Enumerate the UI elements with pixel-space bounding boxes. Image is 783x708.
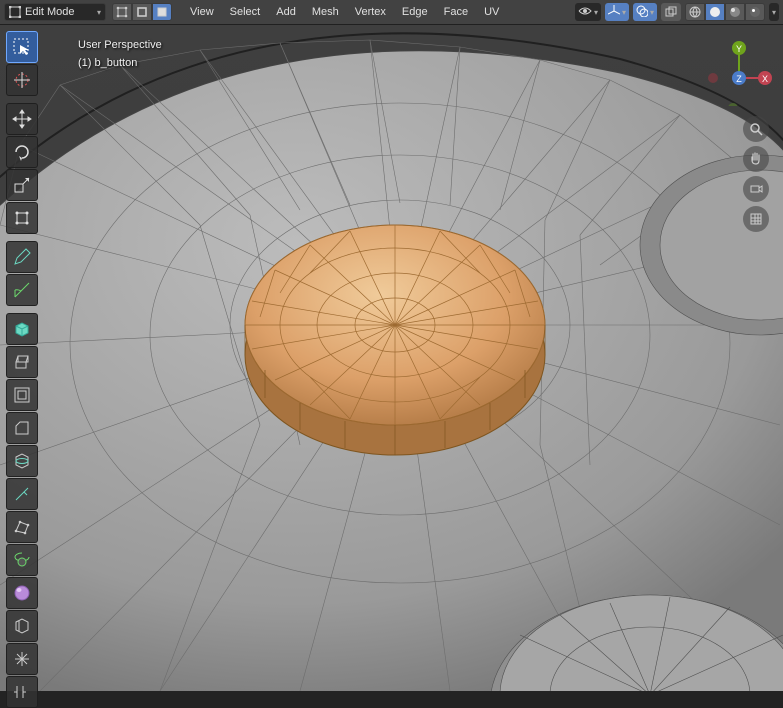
tool-knife[interactable]: [6, 478, 38, 510]
overlay-dropdown[interactable]: ▾: [633, 3, 657, 21]
tool-move[interactable]: [6, 103, 38, 135]
chevron-down-icon: ▾: [650, 8, 654, 17]
vertex-select-mode[interactable]: [112, 3, 132, 21]
tool-bevel[interactable]: [6, 412, 38, 444]
gizmo-y-label: Y: [736, 44, 742, 54]
menu-face[interactable]: Face: [436, 2, 476, 22]
chevron-down-icon: ▾: [594, 8, 598, 17]
zoom-button[interactable]: [743, 116, 769, 142]
tool-rotate[interactable]: [6, 136, 38, 168]
tool-spin[interactable]: [6, 544, 38, 576]
overlay-icon: [636, 5, 648, 20]
tool-edge-slide[interactable]: [6, 610, 38, 642]
shading-material[interactable]: [725, 3, 745, 21]
edge-select-mode[interactable]: [132, 3, 152, 21]
tool-cursor[interactable]: [6, 64, 38, 96]
tool-shrink-fatten[interactable]: [6, 643, 38, 675]
menu-uv[interactable]: UV: [476, 2, 507, 22]
chevron-down-icon: ▾: [772, 8, 776, 17]
gizmo-z-label: Z: [736, 74, 742, 84]
tool-rip-region[interactable]: [6, 676, 38, 708]
menu-edge[interactable]: Edge: [394, 2, 436, 22]
chevron-down-icon: ▾: [622, 8, 626, 17]
menu-view[interactable]: View: [182, 2, 222, 22]
chevron-down-icon: ▾: [97, 8, 101, 17]
pan-button[interactable]: [743, 146, 769, 172]
menu-select[interactable]: Select: [222, 2, 269, 22]
perspective-toggle-button[interactable]: [743, 206, 769, 232]
shading-options-dropdown[interactable]: ▾: [769, 3, 779, 21]
gizmo-dropdown[interactable]: ▾: [605, 3, 629, 21]
menu-vertex[interactable]: Vertex: [347, 2, 394, 22]
selectability-dropdown[interactable]: ▾: [575, 3, 601, 21]
tool-select-box[interactable]: [6, 31, 38, 63]
nav-gizmo[interactable]: Z X Y: [703, 34, 775, 106]
shading-rendered[interactable]: [745, 3, 765, 21]
tool-measure[interactable]: [6, 274, 38, 306]
tool-loop-cut[interactable]: [6, 445, 38, 477]
menu-add[interactable]: Add: [268, 2, 304, 22]
eye-icon: [578, 6, 592, 19]
tool-extrude-region[interactable]: [6, 346, 38, 378]
header-bar: Edit Mode ▾ View Select Add Mesh Vertex …: [0, 0, 783, 25]
viewport-3d[interactable]: [0, 25, 783, 691]
xray-toggle[interactable]: [661, 3, 681, 21]
mode-label: Edit Mode: [25, 6, 93, 18]
tool-scale[interactable]: [6, 169, 38, 201]
gizmo-icon: [608, 5, 620, 20]
menu-mesh[interactable]: Mesh: [304, 2, 347, 22]
face-select-mode[interactable]: [152, 3, 172, 21]
shading-solid[interactable]: [705, 3, 725, 21]
tool-smooth[interactable]: [6, 577, 38, 609]
shading-wire[interactable]: [685, 3, 705, 21]
edit-mode-icon: [9, 6, 21, 18]
tool-poly-build[interactable]: [6, 511, 38, 543]
camera-view-button[interactable]: [743, 176, 769, 202]
tool-add-cube[interactable]: [6, 313, 38, 345]
tool-transform[interactable]: [6, 202, 38, 234]
tool-inset-faces[interactable]: [6, 379, 38, 411]
gizmo-x-label: X: [762, 74, 768, 84]
mode-dropdown[interactable]: Edit Mode ▾: [4, 3, 106, 21]
menu-bar: View Select Add Mesh Vertex Edge Face UV: [182, 2, 507, 22]
tool-shelf: [0, 25, 44, 691]
tool-annotate[interactable]: [6, 241, 38, 273]
